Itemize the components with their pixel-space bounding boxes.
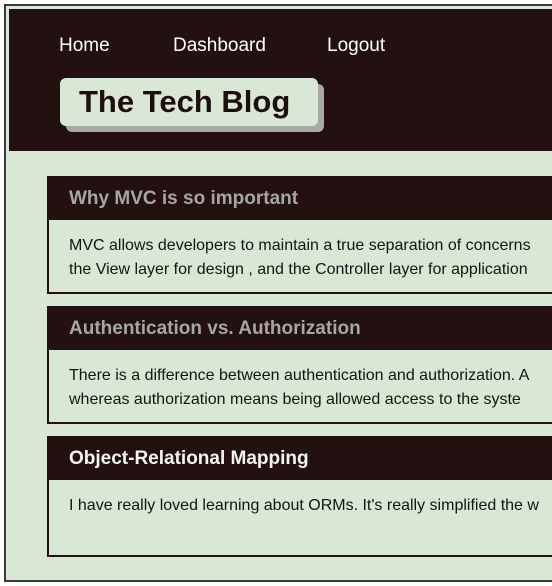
- site-title-badge: The Tech Blog: [60, 78, 324, 134]
- post-list: Why MVC is so important MVC allows devel…: [6, 151, 552, 582]
- post-card[interactable]: Object-Relational Mapping I have really …: [47, 436, 552, 557]
- post-excerpt-line: MVC allows developers to maintain a true…: [69, 237, 531, 254]
- browser-frame: Home Dashboard Logout The Tech Blog Why …: [0, 0, 552, 586]
- post-excerpt-line: There is a difference between authentica…: [69, 367, 530, 384]
- post-title[interactable]: Authentication vs. Authorization: [49, 308, 552, 350]
- post-card[interactable]: Authentication vs. Authorization There i…: [47, 306, 552, 424]
- nav-home-link[interactable]: Home: [59, 31, 110, 61]
- page-viewport: Home Dashboard Logout The Tech Blog Why …: [4, 4, 552, 582]
- nav-logout-link[interactable]: Logout: [327, 31, 385, 61]
- top-nav: Home Dashboard Logout: [9, 31, 552, 61]
- site-header: Home Dashboard Logout The Tech Blog: [9, 9, 552, 151]
- post-excerpt-line: the View layer for design , and the Cont…: [69, 261, 528, 278]
- nav-dashboard-link[interactable]: Dashboard: [173, 31, 266, 61]
- post-title[interactable]: Object-Relational Mapping: [49, 438, 552, 480]
- post-excerpt-line: I have really loved learning about ORMs.…: [69, 497, 539, 514]
- post-title[interactable]: Why MVC is so important: [49, 178, 552, 220]
- post-excerpt-line: whereas authorization means being allowe…: [69, 391, 521, 408]
- post-excerpt: There is a difference between authentica…: [49, 350, 552, 412]
- site-title: The Tech Blog: [60, 78, 318, 126]
- post-excerpt: I have really loved learning about ORMs.…: [49, 480, 552, 518]
- post-excerpt: MVC allows developers to maintain a true…: [49, 220, 552, 282]
- post-card[interactable]: Why MVC is so important MVC allows devel…: [47, 176, 552, 294]
